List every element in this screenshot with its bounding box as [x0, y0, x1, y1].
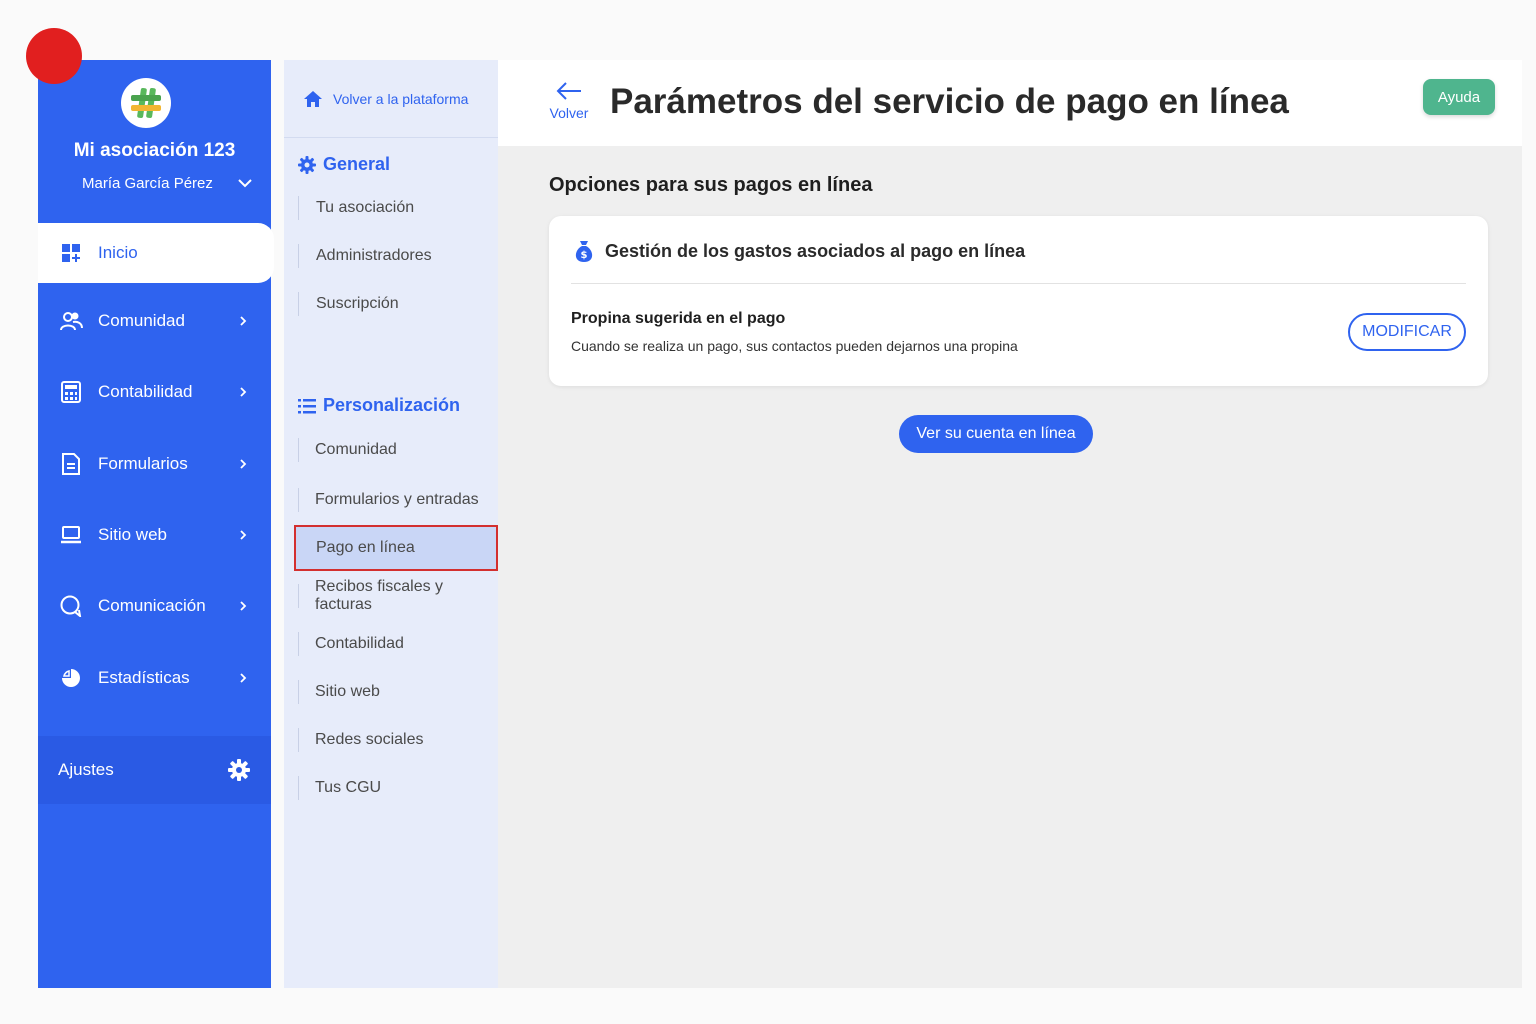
back-to-platform-label: Volver a la plataforma	[333, 90, 469, 107]
document-icon	[59, 452, 83, 476]
tip-option-title: Propina sugerida en el pago	[571, 310, 786, 327]
gear-icon	[298, 155, 316, 174]
sidebar-item-label: Inicio	[98, 243, 138, 262]
tip-option-description: Cuando se realiza un pago, sus contactos…	[571, 338, 1018, 354]
subnav-item-label: Contabilidad	[315, 635, 404, 652]
chevron-right-icon	[240, 387, 247, 397]
subnav-item-label: Sitio web	[315, 683, 380, 700]
chevron-right-icon	[240, 601, 247, 611]
subnav-item-comunidad[interactable]: Comunidad	[298, 438, 397, 462]
payment-fees-card: $ Gestión de los gastos asociados al pag…	[549, 216, 1488, 386]
card-header: $ Gestión de los gastos asociados al pag…	[571, 238, 1025, 264]
back-to-platform-link[interactable]: Volver a la plataforma	[284, 60, 498, 138]
settings-label: Ajustes	[58, 760, 114, 779]
section-general: General	[297, 154, 390, 175]
subnav-item-recibos-fiscales[interactable]: Recibos fiscales y facturas	[298, 578, 498, 613]
settings-button[interactable]: Ajustes	[38, 736, 271, 804]
settings-subnav: Volver a la plataforma General Tu asocia…	[284, 60, 498, 988]
sidebar-item-label: Comunidad	[98, 311, 185, 330]
recording-indicator-dot	[26, 28, 82, 84]
users-icon	[59, 309, 83, 333]
chevron-right-icon	[240, 530, 247, 540]
laptop-icon	[59, 523, 83, 547]
sidebar-item-label: Sitio web	[98, 525, 167, 544]
subnav-item-label: Formularios y entradas	[315, 491, 479, 508]
sidebar-item-label: Contabilidad	[98, 382, 193, 401]
subnav-item-label: Recibos fiscales y facturas	[315, 578, 444, 613]
subnav-item-tus-cgu[interactable]: Tus CGU	[298, 776, 381, 800]
sidebar-item-sitio-web[interactable]: Sitio web	[38, 505, 271, 565]
subnav-item-redes-sociales[interactable]: Redes sociales	[298, 728, 424, 752]
chat-icon	[59, 594, 83, 618]
svg-text:$: $	[581, 250, 588, 261]
subnav-item-label: Pago en línea	[316, 539, 415, 556]
subnav-item-tu-asociacion[interactable]: Tu asociación	[298, 196, 414, 220]
back-button[interactable]: Volver	[548, 80, 590, 121]
sidebar-item-label: Comunicación	[98, 596, 206, 615]
gear-icon	[228, 759, 250, 781]
view-online-account-button[interactable]: Ver su cuenta en línea	[899, 415, 1093, 453]
section-general-title: General	[323, 154, 391, 174]
pie-chart-icon	[59, 666, 83, 690]
subnav-item-suscripcion[interactable]: Suscripción	[298, 292, 399, 316]
subnav-item-label: Administradores	[316, 247, 432, 264]
list-icon	[298, 398, 316, 413]
sidebar-item-estadisticas[interactable]: Estadísticas	[38, 648, 271, 708]
page-header: Volver Parámetros del servicio de pago e…	[498, 60, 1522, 146]
section-personalizacion-title: Personalización	[323, 395, 461, 415]
chevron-right-icon	[240, 316, 247, 326]
sidebar-item-formularios[interactable]: Formularios	[38, 434, 271, 494]
org-name: Mi asociación 123	[73, 140, 236, 161]
subnav-item-pago-en-linea[interactable]: Pago en línea	[294, 525, 498, 571]
page-title: Parámetros del servicio de pago en línea	[610, 82, 1289, 121]
main-sidebar: Mi asociación 123 María García Pérez Ini…	[38, 60, 274, 988]
chevron-right-icon	[240, 459, 247, 469]
sidebar-item-label: Formularios	[98, 454, 188, 473]
chevron-down-icon[interactable]	[236, 174, 254, 192]
org-logo[interactable]	[121, 78, 171, 128]
user-name[interactable]: María García Pérez	[82, 175, 213, 192]
subnav-item-label: Comunidad	[315, 441, 397, 458]
subnav-item-formularios-entradas[interactable]: Formularios y entradas	[298, 488, 479, 512]
section-personalizacion: Personalización	[297, 395, 460, 416]
dashboard-icon	[59, 241, 83, 265]
subnav-item-label: Suscripción	[316, 295, 399, 312]
help-button[interactable]: Ayuda	[1423, 79, 1495, 115]
subnav-item-label: Redes sociales	[315, 731, 424, 748]
sidebar-item-inicio[interactable]: Inicio	[38, 223, 274, 283]
section-title: Opciones para sus pagos en línea	[549, 174, 873, 196]
subnav-item-administradores[interactable]: Administradores	[298, 244, 432, 268]
sidebar-item-comunidad[interactable]: Comunidad	[38, 291, 271, 351]
money-bag-icon: $	[575, 241, 593, 262]
home-icon	[304, 90, 322, 107]
divider	[571, 283, 1466, 284]
sidebar-item-comunicacion[interactable]: Comunicación	[38, 576, 271, 636]
sidebar-item-contabilidad[interactable]: Contabilidad	[38, 362, 271, 422]
chevron-right-icon	[240, 673, 247, 683]
sidebar-item-label: Estadísticas	[98, 668, 190, 687]
subnav-item-sitio-web[interactable]: Sitio web	[298, 680, 380, 704]
card-title: Gestión de los gastos asociados al pago …	[605, 240, 1026, 261]
subnav-item-label: Tus CGU	[315, 779, 382, 796]
arrow-left-icon	[556, 82, 581, 100]
back-label: Volver	[549, 105, 589, 121]
main-content: Opciones para sus pagos en línea $ Gesti…	[498, 146, 1522, 988]
subnav-item-contabilidad[interactable]: Contabilidad	[298, 632, 404, 656]
hashtag-logo-icon	[131, 87, 161, 119]
subnav-item-label: Tu asociación	[316, 199, 415, 216]
modify-button[interactable]: MODIFICAR	[1348, 313, 1466, 351]
calculator-icon	[59, 380, 83, 404]
